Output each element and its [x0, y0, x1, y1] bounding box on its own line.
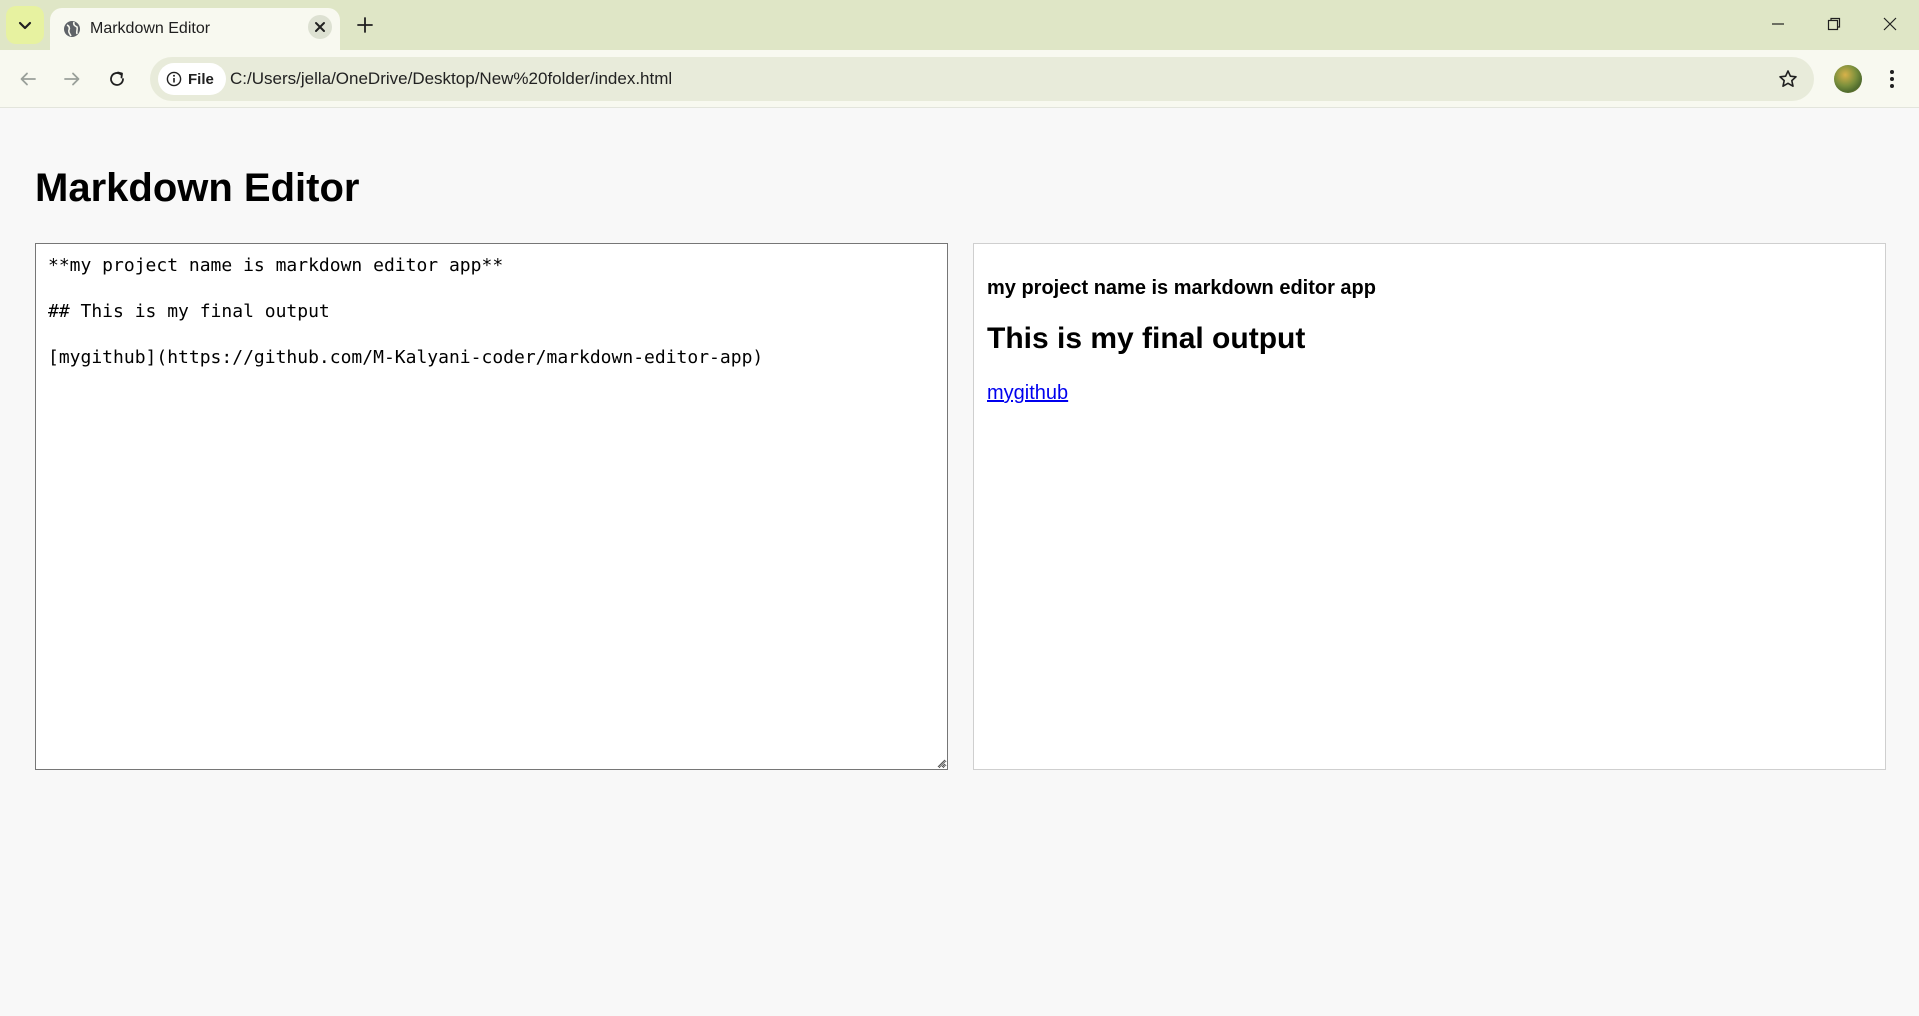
- address-bar[interactable]: File C:/Users/jella/OneDrive/Desktop/New…: [150, 57, 1814, 101]
- browser-toolbar: File C:/Users/jella/OneDrive/Desktop/New…: [0, 50, 1919, 108]
- preview-heading: This is my final output: [987, 322, 1306, 355]
- new-tab-button[interactable]: [352, 10, 378, 40]
- close-window-button[interactable]: [1862, 0, 1918, 48]
- page-content: Markdown Editor **my project name is mar…: [0, 109, 1919, 1016]
- arrow-right-icon: [64, 72, 80, 86]
- arrow-left-icon: [20, 72, 36, 86]
- close-icon: [315, 22, 325, 32]
- profile-avatar[interactable]: [1834, 65, 1862, 93]
- resize-handle-icon[interactable]: [935, 757, 946, 768]
- tab-strip: Markdown Editor: [0, 0, 1919, 50]
- page-title: Markdown Editor: [35, 166, 360, 210]
- menu-button[interactable]: [1878, 65, 1906, 93]
- url-text[interactable]: C:/Users/jella/OneDrive/Desktop/New%20fo…: [230, 57, 672, 101]
- preview-pane: my project name is markdown editor app T…: [973, 243, 1886, 770]
- tab-search-button[interactable]: [6, 6, 44, 44]
- restore-button[interactable]: [1806, 0, 1862, 48]
- info-icon: [166, 71, 182, 87]
- tab-title: Markdown Editor: [90, 20, 211, 37]
- star-icon: [1779, 70, 1797, 87]
- minimize-button[interactable]: [1750, 0, 1806, 48]
- globe-icon: [64, 21, 80, 37]
- preview-bold-text: my project name is markdown editor app: [987, 277, 1376, 299]
- preview-link[interactable]: mygithub: [987, 382, 1068, 405]
- more-vertical-icon: [1890, 70, 1894, 88]
- site-info-chip[interactable]: File: [158, 63, 226, 95]
- bookmark-button[interactable]: [1774, 65, 1802, 93]
- reload-button[interactable]: [99, 61, 135, 97]
- active-tab[interactable]: Markdown Editor: [50, 8, 340, 50]
- markdown-input[interactable]: **my project name is markdown editor app…: [35, 243, 948, 770]
- chevron-down-icon: [18, 21, 32, 30]
- close-icon: [1883, 17, 1897, 31]
- site-chip-label: File: [188, 70, 214, 88]
- forward-button[interactable]: [54, 61, 90, 97]
- plus-icon: [357, 17, 373, 33]
- tab-close-button[interactable]: [308, 15, 332, 39]
- reload-icon: [110, 71, 124, 86]
- restore-icon: [1827, 17, 1841, 31]
- minimize-icon: [1772, 23, 1784, 25]
- back-button[interactable]: [10, 61, 46, 97]
